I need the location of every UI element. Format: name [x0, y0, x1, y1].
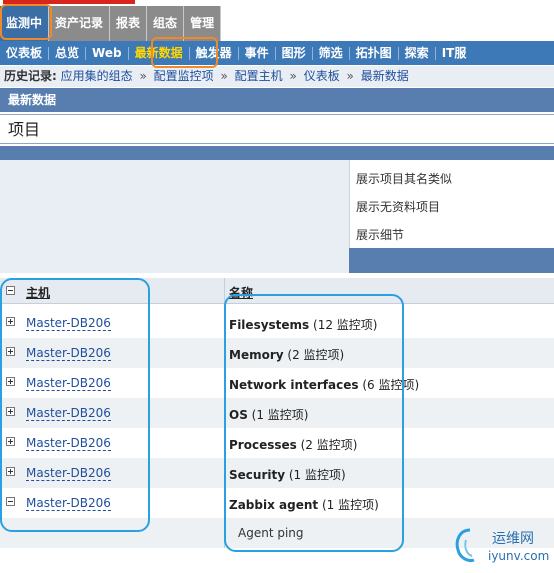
subnav-dashboard[interactable]: 仪表板 — [0, 41, 48, 65]
breadcrumb-link[interactable]: 应用集的组态 — [61, 69, 133, 83]
highlight-host-column — [0, 278, 150, 532]
watermark: 运维网 iyunv.com — [452, 526, 552, 570]
sub-nav: 仪表板 总览 Web 最新数据 触发器 事件 图形 筛选 拓扑图 探索 IT服 — [0, 41, 554, 65]
breadcrumb-separator: » — [289, 69, 297, 83]
breadcrumb-separator: » — [346, 69, 354, 83]
subnav-events[interactable]: 事件 — [239, 41, 275, 65]
subnav-maps[interactable]: 拓扑图 — [350, 41, 398, 65]
breadcrumb-label: 历史记录: — [4, 69, 57, 83]
filter-option-details[interactable]: 展示细节 — [356, 226, 404, 243]
filter-option-name-like[interactable]: 展示项目其名类似 — [356, 170, 452, 187]
filter-header-strip — [0, 146, 554, 160]
subnav-it-services[interactable]: IT服 — [436, 41, 473, 65]
subnav-screens[interactable]: 筛选 — [313, 41, 349, 65]
watermark-brand: 运维网 — [492, 531, 534, 547]
filter-option-no-data[interactable]: 展示无资料项目 — [356, 198, 440, 215]
watermark-url: iyunv.com — [488, 549, 550, 563]
tab-administration[interactable]: 管理 — [184, 6, 222, 41]
tab-configuration[interactable]: 组态 — [147, 6, 185, 41]
filter-footer-strip — [349, 248, 554, 273]
tab-reports[interactable]: 报表 — [110, 6, 148, 41]
breadcrumb-separator: » — [220, 69, 228, 83]
breadcrumb-separator: » — [139, 69, 147, 83]
breadcrumb-link[interactable]: 仪表板 — [304, 69, 340, 83]
page-title: 项目 — [0, 114, 554, 144]
watermark-logo-icon — [455, 528, 475, 562]
subnav-web[interactable]: Web — [86, 41, 128, 65]
breadcrumb-link[interactable]: 配置监控项 — [154, 69, 214, 83]
tab-inventory[interactable]: 资产记录 — [49, 6, 111, 41]
section-header: 最新数据 — [0, 88, 554, 112]
highlight-latest-data — [151, 37, 218, 68]
subnav-graphs[interactable]: 图形 — [276, 41, 312, 65]
filter-panel — [0, 160, 349, 273]
main-tab-spacer — [232, 6, 554, 41]
breadcrumb: 历史记录: 应用集的组态 » 配置监控项 » 配置主机 » 仪表板 » 最新数据 — [0, 66, 554, 87]
breadcrumb-link[interactable]: 最新数据 — [361, 69, 409, 83]
highlight-monitoring-tab — [0, 4, 52, 40]
subnav-discovery[interactable]: 探索 — [399, 41, 435, 65]
subnav-overview[interactable]: 总览 — [49, 41, 85, 65]
breadcrumb-link[interactable]: 配置主机 — [235, 69, 283, 83]
highlight-name-column — [224, 294, 404, 552]
